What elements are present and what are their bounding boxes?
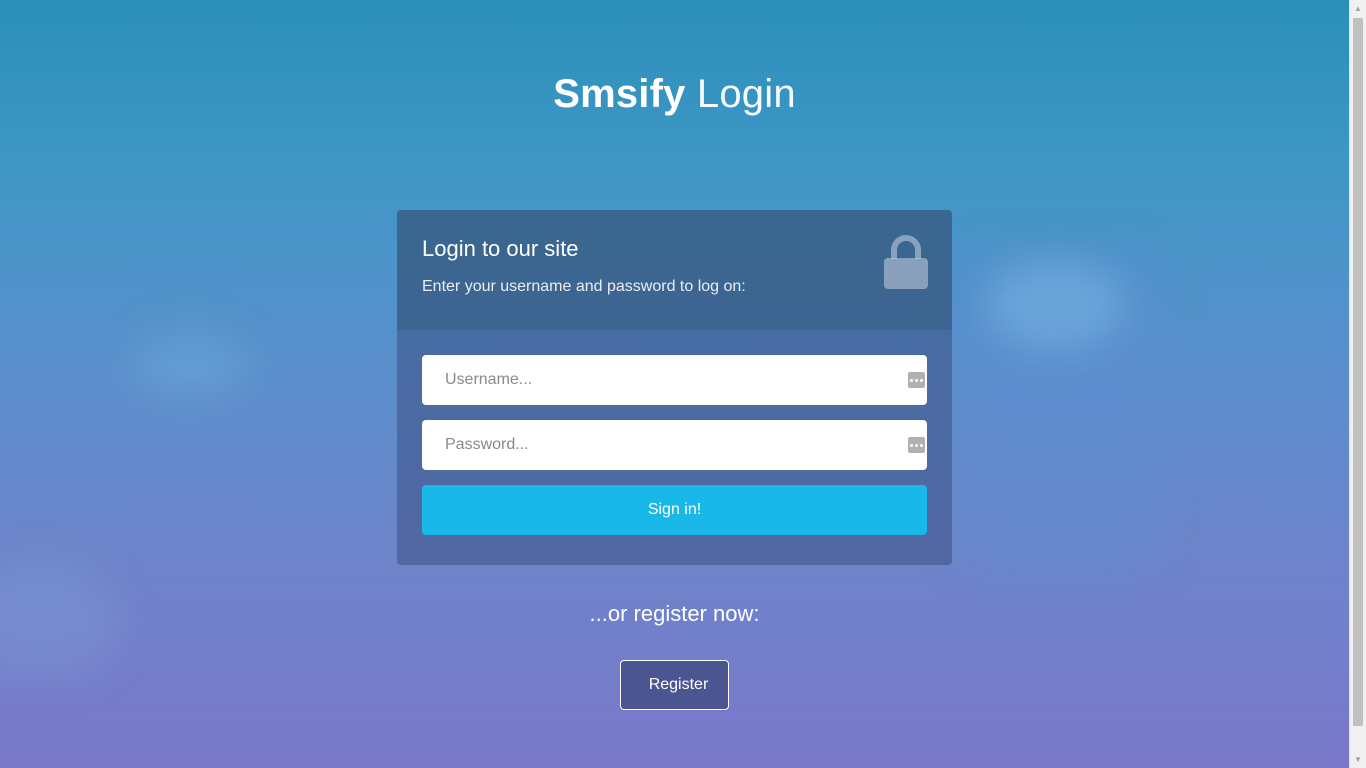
register-button[interactable]: Register [620,660,729,710]
password-manager-icon[interactable] [908,437,925,453]
login-subheading: Enter your username and password to log … [422,278,746,295]
login-heading: Login to our site [422,236,579,261]
username-input[interactable] [422,355,927,405]
login-form: Sign in! [397,330,952,565]
lock-icon [884,235,928,289]
title-suffix: Login [696,72,796,116]
brand-name: Smsify [553,72,686,116]
scroll-up-arrow-icon[interactable]: ▲ [1350,0,1366,17]
password-input[interactable] [422,420,927,470]
sign-in-button[interactable]: Sign in! [422,485,927,535]
login-card-header: Login to our site Enter your username an… [397,210,952,330]
password-manager-icon[interactable] [908,372,925,388]
background-blur-shape [985,260,1125,350]
page-title: Smsify Login [0,72,1349,117]
scrollbar-thumb[interactable] [1353,18,1363,726]
login-card: Login to our site Enter your username an… [397,210,952,565]
background-blur-shape [130,330,250,400]
vertical-scrollbar[interactable]: ▲ ▼ [1349,0,1366,768]
password-field-wrapper [422,420,927,470]
register-prompt: ...or register now: [589,601,760,626]
background-blur-shape [955,250,1165,580]
username-field-wrapper [422,355,927,405]
scroll-down-arrow-icon[interactable]: ▼ [1350,751,1366,768]
